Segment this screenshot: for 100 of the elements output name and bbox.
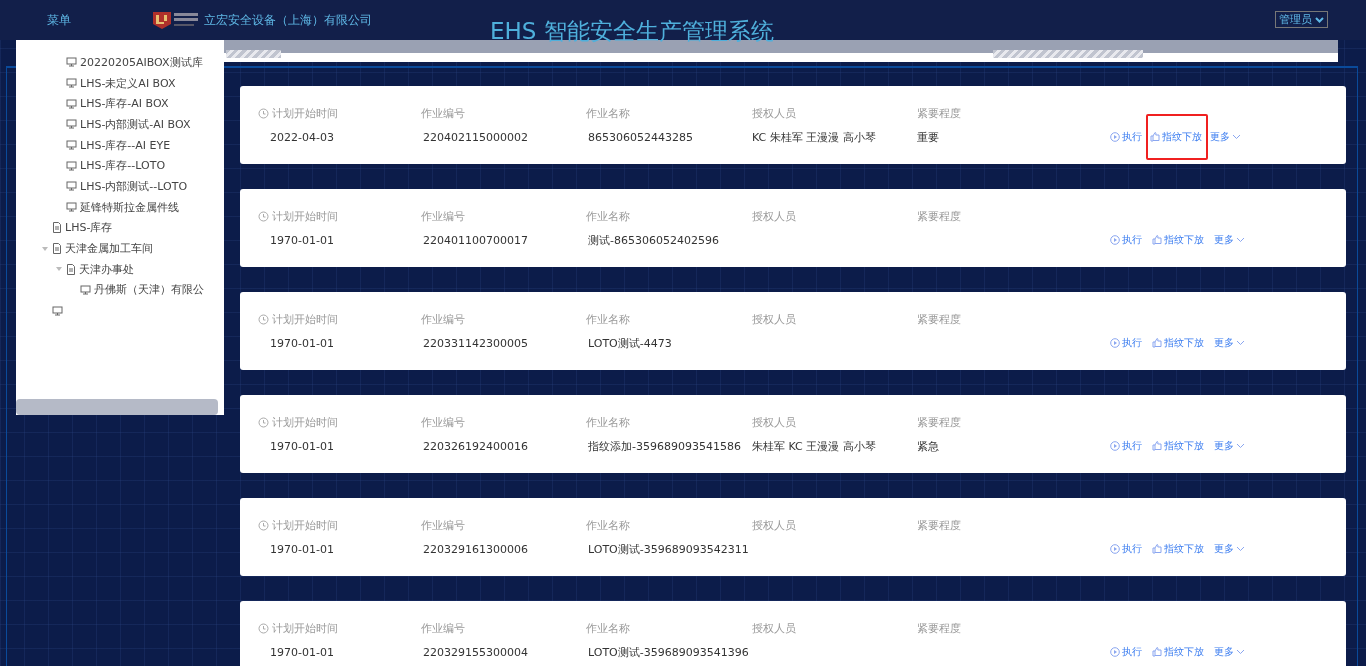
execute-link[interactable]: 执行 xyxy=(1108,540,1144,558)
field-label: 计划开始时间 xyxy=(258,311,421,327)
field-value: 220402115000002 xyxy=(422,130,529,144)
field-label: 作业编号 xyxy=(421,311,466,327)
execute-link[interactable]: 执行 xyxy=(1108,437,1144,455)
monitor-icon xyxy=(66,181,77,192)
field-label: 计划开始时间 xyxy=(258,517,421,533)
clock-icon xyxy=(258,622,269,634)
monitor-icon xyxy=(66,202,77,213)
fingerprint-link[interactable]: 指纹下放 xyxy=(1146,114,1208,160)
clock-icon xyxy=(258,519,269,531)
clock-icon xyxy=(258,107,269,119)
fingerprint-link[interactable]: 指纹下放 xyxy=(1150,643,1206,661)
field-value: 测试-865306052402596 xyxy=(587,232,720,248)
field-value: 220329155300004 xyxy=(422,645,529,659)
more-dropdown[interactable]: 更多 xyxy=(1208,128,1243,146)
tree-item[interactable]: LHS-库存-AI BOX xyxy=(80,96,169,112)
tree-item[interactable]: LHS-未定义AI BOX xyxy=(80,75,176,91)
chevron-down-icon xyxy=(1315,16,1324,23)
tree-item[interactable]: 丹佛斯（天津）有限公 xyxy=(94,282,204,298)
tree-item[interactable]: 延锋特斯拉金属件线 xyxy=(80,199,179,215)
document-icon xyxy=(66,263,76,275)
field-value: 重要 xyxy=(917,129,940,145)
field-label: 计划开始时间 xyxy=(258,208,421,224)
user-dropdown[interactable]: 管理员 xyxy=(1275,11,1328,28)
thumbs-up-icon xyxy=(1150,132,1160,142)
chevron-down-icon xyxy=(1236,443,1245,449)
field-value: 2022-04-03 xyxy=(269,130,335,144)
field-label: 授权人员 xyxy=(752,414,797,430)
thumbs-up-icon xyxy=(1152,441,1162,451)
field-label: 授权人员 xyxy=(752,311,797,327)
execute-link[interactable]: 执行 xyxy=(1108,231,1144,249)
execute-link[interactable]: 执行 xyxy=(1108,643,1144,661)
more-dropdown[interactable]: 更多 xyxy=(1212,437,1247,455)
play-icon xyxy=(1110,235,1120,245)
tree-item[interactable]: LHS-内部测试--LOTO xyxy=(80,178,188,194)
field-value: 865306052443285 xyxy=(587,130,694,144)
menu-link[interactable]: 菜单 xyxy=(47,11,71,29)
execute-link[interactable]: 执行 xyxy=(1108,334,1144,352)
monitor-icon xyxy=(66,140,77,151)
tree-item[interactable]: LHS-库存--AI EYE xyxy=(80,137,171,153)
field-value: LOTO测试-359689093541396 xyxy=(587,644,750,660)
field-label: 作业编号 xyxy=(421,414,466,430)
monitor-icon xyxy=(66,160,77,171)
field-label: 作业名称 xyxy=(586,517,631,533)
field-value: 220401100700017 xyxy=(422,233,529,247)
field-label: 作业编号 xyxy=(421,517,466,533)
chevron-down-icon xyxy=(1236,546,1245,552)
field-value: 紧急 xyxy=(917,438,940,454)
field-label: 紧要程度 xyxy=(917,517,962,533)
field-value: 1970-01-01 xyxy=(269,233,335,247)
company-name: 立宏安全设备（上海）有限公司 xyxy=(204,11,372,29)
play-icon xyxy=(1110,441,1120,451)
fingerprint-link[interactable]: 指纹下放 xyxy=(1150,231,1206,249)
field-label: 作业编号 xyxy=(421,208,466,224)
field-value: LOTO测试-4473 xyxy=(587,335,673,351)
more-dropdown[interactable]: 更多 xyxy=(1212,540,1247,558)
field-label: 授权人员 xyxy=(752,517,797,533)
tree-item[interactable]: 天津办事处 xyxy=(79,261,134,277)
play-icon xyxy=(1110,338,1120,348)
clock-icon xyxy=(258,313,269,325)
monitor-icon xyxy=(66,78,77,89)
field-label: 作业名称 xyxy=(586,105,631,121)
monitor-icon xyxy=(80,284,91,295)
play-icon xyxy=(1110,544,1120,554)
field-value: 1970-01-01 xyxy=(269,542,335,556)
field-value: KC 朱桂军 王漫漫 高小琴 xyxy=(752,129,877,145)
field-label: 紧要程度 xyxy=(917,414,962,430)
fingerprint-link[interactable]: 指纹下放 xyxy=(1150,334,1206,352)
more-dropdown[interactable]: 更多 xyxy=(1212,643,1247,661)
execute-link[interactable]: 执行 xyxy=(1108,128,1144,146)
play-icon xyxy=(1110,647,1120,657)
document-icon xyxy=(52,243,62,255)
tree-item[interactable]: LHS-库存 xyxy=(65,220,113,236)
field-value: 1970-01-01 xyxy=(269,645,335,659)
field-value: 220329161300006 xyxy=(422,542,529,556)
thumbs-up-icon xyxy=(1152,544,1162,554)
tree-item[interactable]: LHS-内部测试-AI BOX xyxy=(80,116,191,132)
field-label: 授权人员 xyxy=(752,620,797,636)
tree-item[interactable]: 20220205AIBOX测试库 xyxy=(80,54,203,70)
fingerprint-link[interactable]: 指纹下放 xyxy=(1150,540,1206,558)
play-icon xyxy=(1110,132,1120,142)
field-value: 1970-01-01 xyxy=(269,439,335,453)
field-value: 1970-01-01 xyxy=(269,336,335,350)
more-dropdown[interactable]: 更多 xyxy=(1212,334,1247,352)
company-logo xyxy=(152,10,200,30)
fingerprint-link[interactable]: 指纹下放 xyxy=(1150,437,1206,455)
tree-item[interactable]: 天津金属加工车间 xyxy=(65,241,153,257)
document-icon xyxy=(52,222,62,234)
more-dropdown[interactable]: 更多 xyxy=(1212,231,1247,249)
field-label: 授权人员 xyxy=(752,105,797,121)
field-label: 作业名称 xyxy=(586,208,631,224)
tree-item[interactable]: LHS-库存--LOTO xyxy=(80,158,166,174)
field-label: 作业编号 xyxy=(421,620,466,636)
caret-icon[interactable] xyxy=(41,244,49,253)
field-label: 紧要程度 xyxy=(917,208,962,224)
chevron-down-icon xyxy=(1232,134,1241,140)
scrollbar[interactable] xyxy=(16,399,218,415)
chevron-down-icon xyxy=(1236,340,1245,346)
field-label: 作业名称 xyxy=(586,311,631,327)
